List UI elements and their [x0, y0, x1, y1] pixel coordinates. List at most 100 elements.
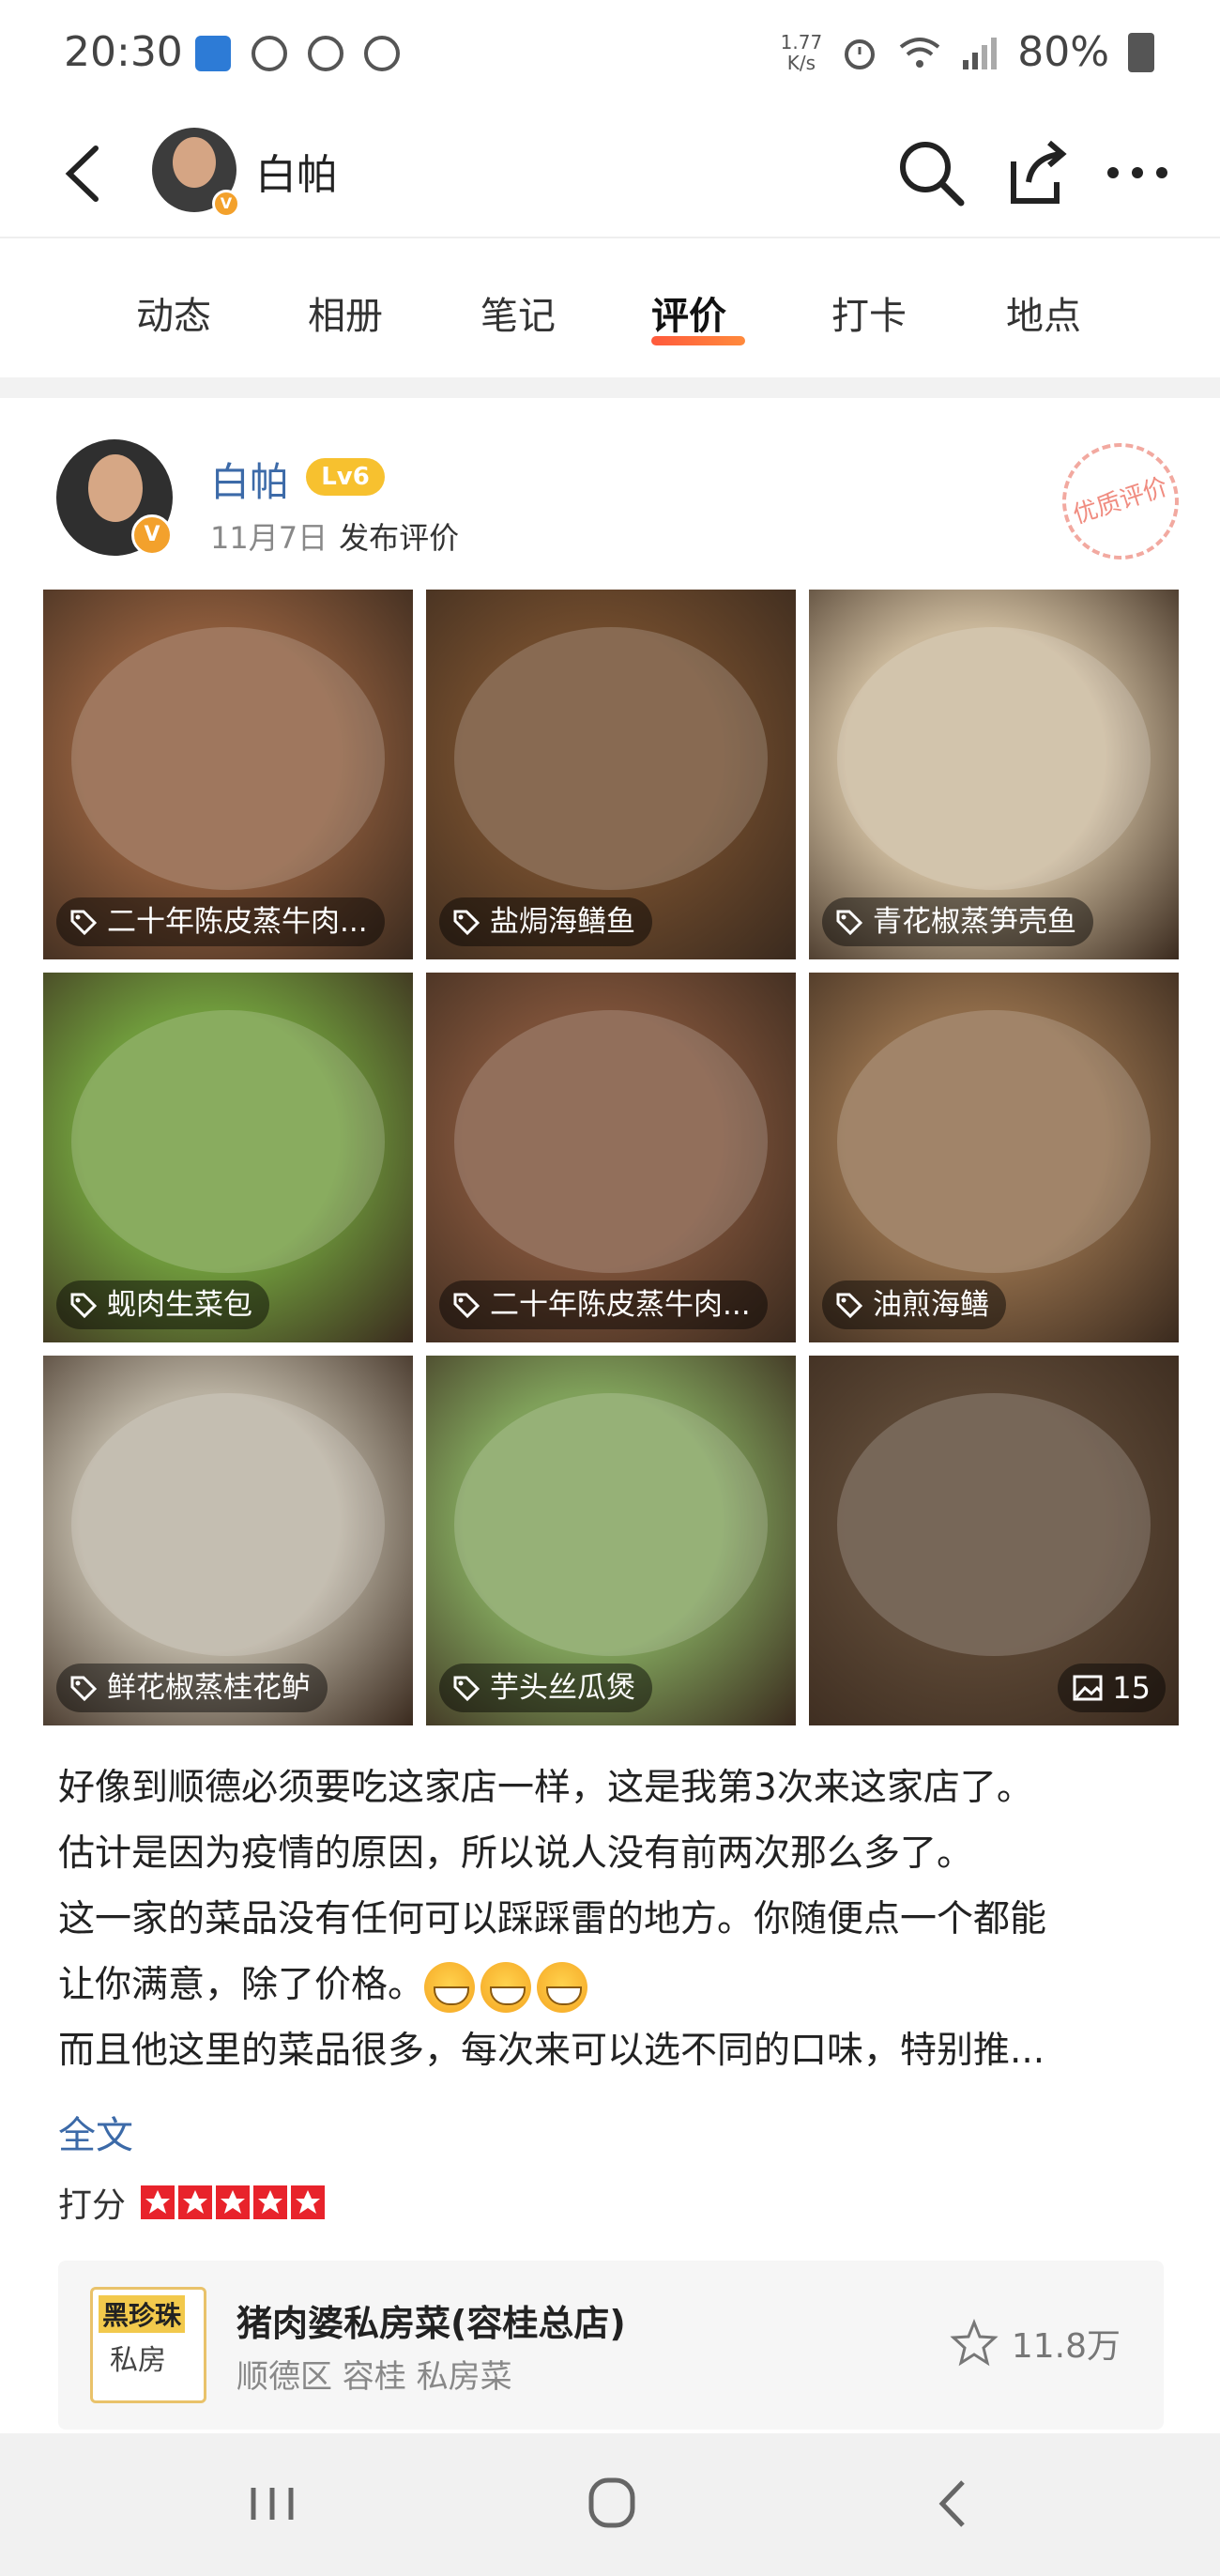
dish-tag[interactable]: 鲜花椒蒸桂花鲈 [56, 1664, 328, 1712]
verified-icon: V [131, 514, 173, 556]
level-badge: Lv6 [306, 458, 385, 496]
full-text-link[interactable]: 全文 [58, 2105, 133, 2159]
post-date: 11月7日 [210, 520, 328, 556]
review-photo[interactable]: 青花椒蒸笋壳鱼 [809, 590, 1179, 959]
dish-plate [454, 627, 768, 890]
review-line-with-emoji: 让你满意，除了价格。 [58, 1953, 1175, 2018]
status-right: 1.77 K/s 80% [781, 28, 1154, 76]
status-notification-icons [195, 36, 400, 71]
dish-tag[interactable]: 芋头丝瓜煲 [439, 1664, 652, 1712]
review-line: 这一家的菜品没有任何可以踩踩雷的地方。你随便点一个都能 [58, 1898, 1047, 1940]
tag-icon [69, 1674, 98, 1702]
back-icon[interactable] [56, 141, 113, 207]
divider [0, 377, 1220, 398]
dish-tag[interactable]: 青花椒蒸笋壳鱼 [822, 897, 1093, 946]
more-photos-badge[interactable]: 15 [1058, 1664, 1166, 1712]
review-photo[interactable]: 二十年陈皮蒸牛肉... [426, 973, 796, 1342]
tag-icon [452, 1674, 480, 1702]
link-icon [308, 36, 343, 71]
dish-tag[interactable]: 二十年陈皮蒸牛肉... [439, 1280, 768, 1329]
dish-tag[interactable]: 油煎海鳝 [822, 1280, 1006, 1329]
rating-stars [141, 2185, 326, 2219]
location-icon [364, 36, 400, 71]
rating-star-icon [141, 2185, 175, 2219]
post-action: 发布评价 [339, 520, 460, 556]
tag-icon [452, 908, 480, 936]
dish-plate [837, 1393, 1151, 1656]
profile-header: V 白帕 [0, 113, 1220, 235]
review-line: 而且他这里的菜品很多，每次来可以选不同的口味，特别推... [58, 2030, 1045, 2072]
back-nav-icon[interactable] [916, 2471, 991, 2537]
dish-plate [454, 1393, 768, 1656]
profile-tabs: 动态 相册 笔记 评价 打卡 地点 [0, 237, 1220, 377]
shop-subtitle: 顺德区 容桂 私房菜 [236, 2358, 512, 2396]
verified-icon: V [212, 190, 240, 218]
dish-tag[interactable]: 蚬肉生菜包 [56, 1280, 269, 1329]
dish-plate [454, 1010, 768, 1273]
grin-emoji-icon [424, 1961, 476, 2013]
grin-emoji-icon [537, 1961, 588, 2013]
review-photo[interactable]: 蚬肉生菜包 [43, 973, 413, 1342]
review-photo[interactable]: 盐焗海鳝鱼 [426, 590, 796, 959]
search-icon[interactable] [892, 133, 970, 212]
rating-star-icon [216, 2185, 251, 2219]
app-notification-icon [195, 36, 231, 71]
author-name[interactable]: 白帕 [210, 451, 289, 508]
dish-plate [837, 627, 1151, 890]
dish-plate [71, 1393, 385, 1656]
shop-name: 猪肉婆私房菜(容桂总店) [236, 2303, 626, 2344]
star-outline-icon [950, 2319, 999, 2367]
tag-icon [835, 1291, 863, 1319]
battery-icon [1128, 32, 1154, 72]
tag-icon [835, 908, 863, 936]
dish-plate [71, 1010, 385, 1273]
alarm-icon [845, 38, 876, 69]
status-bar: 20:30 1.77 K/s 80% [0, 0, 1220, 113]
status-time: 20:30 [64, 28, 183, 76]
tab-reviews[interactable]: 评价 [651, 285, 726, 340]
review-card: V 白帕 Lv6 11月7日 发布评价 优质评价 二十年陈皮蒸牛肉... 盐焗海鳝鱼… [0, 398, 1220, 2433]
post-meta: 11月7日 发布评价 [210, 514, 459, 558]
review-photo[interactable]: 油煎海鳝 [809, 973, 1179, 1342]
tab-checkin[interactable]: 打卡 [831, 285, 907, 340]
quality-stamp: 优质评价 [1046, 427, 1195, 575]
tag-icon [69, 1291, 98, 1319]
review-photo[interactable]: 鲜花椒蒸桂花鲈 [43, 1356, 413, 1725]
rating-star-icon [291, 2185, 326, 2219]
more-icon[interactable] [1098, 133, 1177, 212]
favorite-button[interactable]: 11.8万 [950, 2319, 1121, 2368]
tag-icon [452, 1291, 480, 1319]
tab-album[interactable]: 相册 [308, 285, 383, 340]
review-text[interactable]: 好像到顺德必须要吃这家店一样，这是我第3次来这家店了。 估计是因为疫情的原因，所… [58, 1756, 1175, 2084]
dish-plate [837, 1010, 1151, 1273]
dish-tag[interactable]: 盐焗海鳝鱼 [439, 897, 652, 946]
rating-row: 打分 [58, 2178, 326, 2227]
review-line: 好像到顺德必须要吃这家店一样，这是我第3次来这家店了。 [58, 1767, 1033, 1809]
recent-apps-icon[interactable] [235, 2471, 310, 2537]
system-nav-bar [0, 2433, 1220, 2576]
battery-percent: 80% [1017, 28, 1109, 76]
dish-plate [71, 627, 385, 890]
rating-star-icon [178, 2185, 213, 2219]
review-line: 估计是因为疫情的原因，所以说人没有前两次那么多了。 [58, 1832, 974, 1875]
image-icon [1073, 1675, 1103, 1701]
grin-emoji-icon [480, 1961, 532, 2013]
tag-icon [69, 908, 98, 936]
review-photo[interactable]: 芋头丝瓜煲 [426, 1356, 796, 1725]
home-icon[interactable] [574, 2471, 649, 2537]
wifi-icon [899, 37, 940, 68]
rating-label: 打分 [58, 2186, 127, 2225]
shop-card[interactable]: 黑珍珠 私房 猪肉婆私房菜(容桂总店) 顺德区 容桂 私房菜 11.8万 [58, 2261, 1164, 2430]
share-icon[interactable] [995, 133, 1074, 212]
tab-notes[interactable]: 笔记 [480, 285, 556, 340]
favorites-count: 11.8万 [1011, 2327, 1121, 2366]
header-username: 白帕 [255, 151, 338, 199]
dish-tag[interactable]: 二十年陈皮蒸牛肉... [56, 897, 385, 946]
review-photo[interactable]: 15 [809, 1356, 1179, 1725]
review-photo[interactable]: 二十年陈皮蒸牛肉... [43, 590, 413, 959]
tab-dynamics[interactable]: 动态 [136, 285, 211, 340]
alarm-icon [252, 36, 287, 71]
tab-places[interactable]: 地点 [1006, 285, 1081, 340]
net-speed: 1.77 K/s [780, 30, 823, 74]
shop-logo: 黑珍珠 私房 [90, 2287, 206, 2403]
